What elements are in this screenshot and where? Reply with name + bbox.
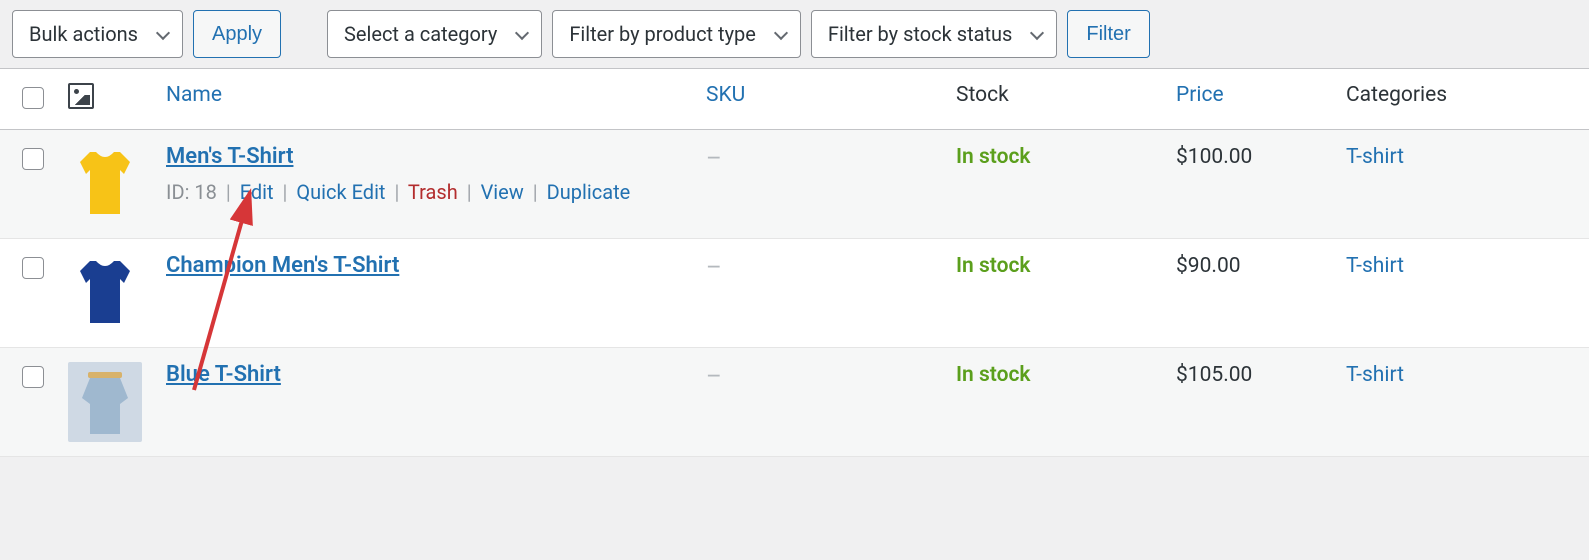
duplicate-link[interactable]: Duplicate — [547, 180, 631, 204]
product-id-label: ID: 18 — [166, 180, 217, 204]
trash-link[interactable]: Trash — [408, 180, 458, 204]
select-all-checkbox[interactable] — [22, 87, 44, 109]
view-link[interactable]: View — [481, 180, 524, 204]
column-name[interactable]: Name — [154, 69, 694, 130]
edit-link[interactable]: Edit — [240, 180, 274, 204]
sku-value: – — [706, 253, 722, 281]
price-value: $105.00 — [1176, 363, 1252, 387]
column-price[interactable]: Price — [1164, 69, 1334, 130]
chevron-down-icon — [515, 26, 529, 40]
product-title-link[interactable]: Men's T-Shirt — [166, 144, 293, 169]
chevron-down-icon — [156, 26, 170, 40]
table-row: Champion Men's T-Shirt – In stock $90.00… — [0, 239, 1589, 348]
category-select-label: Select a category — [344, 22, 497, 46]
price-value: $100.00 — [1176, 145, 1252, 169]
row-checkbox[interactable] — [22, 257, 44, 279]
column-sku[interactable]: SKU — [694, 69, 944, 130]
stock-status: In stock — [956, 254, 1031, 278]
table-row: Blue T-Shirt – In stock $105.00 T-shirt — [0, 348, 1589, 457]
bulk-actions-label: Bulk actions — [29, 22, 138, 46]
column-categories: Categories — [1334, 69, 1589, 130]
image-column-icon — [68, 83, 94, 109]
stock-status-select[interactable]: Filter by stock status — [811, 10, 1058, 58]
stock-status-label: Filter by stock status — [828, 22, 1013, 46]
category-link[interactable]: T-shirt — [1346, 145, 1404, 169]
chevron-down-icon — [774, 26, 788, 40]
product-thumbnail[interactable] — [56, 130, 154, 239]
row-checkbox[interactable] — [22, 366, 44, 388]
filter-button[interactable]: Filter — [1067, 10, 1149, 58]
products-table: Name SKU Stock Price Categories Men's T-… — [0, 68, 1589, 457]
bulk-actions-select[interactable]: Bulk actions — [12, 10, 183, 58]
apply-button[interactable]: Apply — [193, 10, 281, 58]
stock-status: In stock — [956, 363, 1031, 387]
table-row: Men's T-Shirt ID: 18 | Edit | Quick Edit… — [0, 130, 1589, 239]
row-checkbox[interactable] — [22, 148, 44, 170]
category-select[interactable]: Select a category — [327, 10, 542, 58]
quick-edit-link[interactable]: Quick Edit — [296, 180, 385, 204]
table-header-row: Name SKU Stock Price Categories — [0, 69, 1589, 130]
row-actions: ID: 18 | Edit | Quick Edit | Trash | Vie… — [166, 175, 682, 209]
stock-status: In stock — [956, 145, 1031, 169]
product-thumbnail[interactable] — [56, 239, 154, 348]
product-type-select[interactable]: Filter by product type — [552, 10, 801, 58]
sku-value: – — [706, 144, 722, 172]
category-link[interactable]: T-shirt — [1346, 363, 1404, 387]
product-type-label: Filter by product type — [569, 22, 756, 46]
list-toolbar: Bulk actions Apply Select a category Fil… — [0, 0, 1589, 68]
sku-value: – — [706, 362, 722, 390]
product-thumbnail[interactable] — [56, 348, 154, 457]
product-title-link[interactable]: Champion Men's T-Shirt — [166, 253, 399, 278]
column-stock: Stock — [944, 69, 1164, 130]
price-value: $90.00 — [1176, 254, 1241, 278]
category-link[interactable]: T-shirt — [1346, 254, 1404, 278]
chevron-down-icon — [1030, 26, 1044, 40]
product-title-link[interactable]: Blue T-Shirt — [166, 362, 281, 387]
